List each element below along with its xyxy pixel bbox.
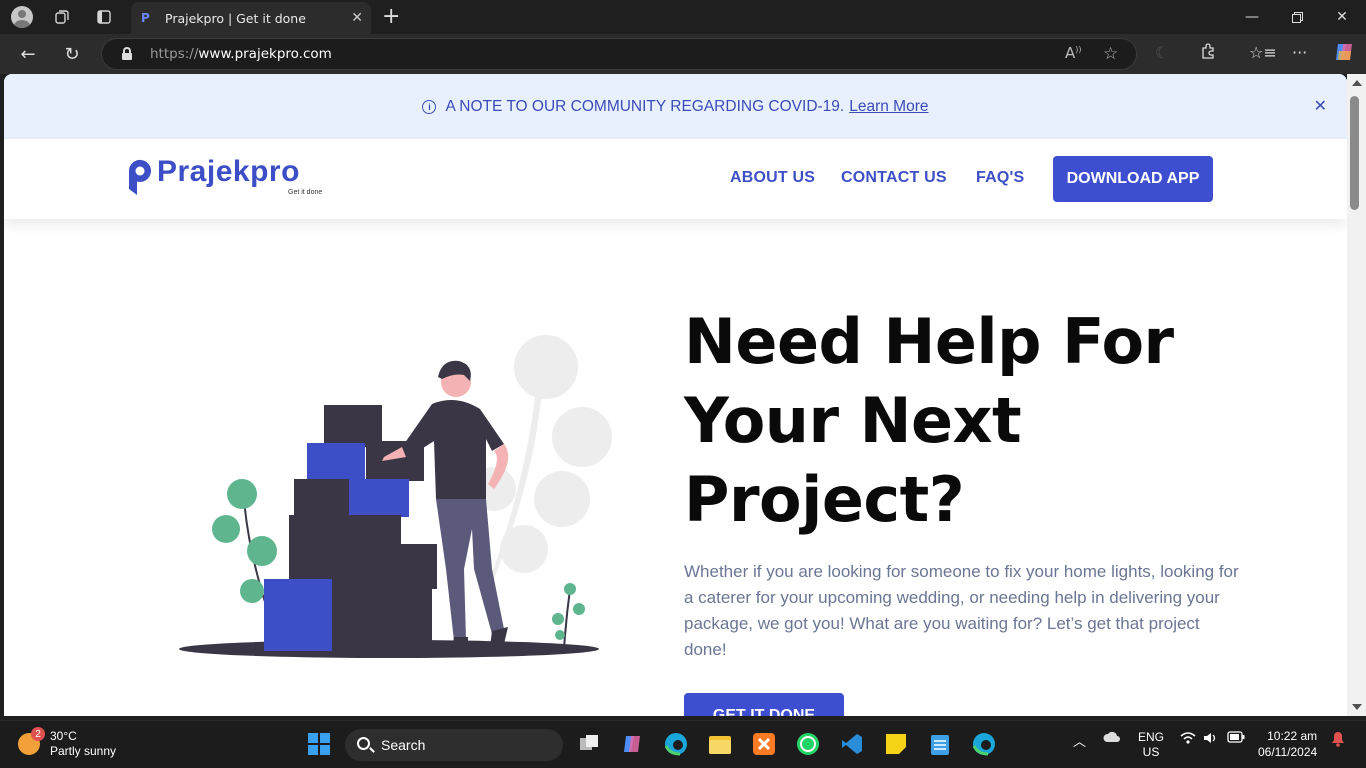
favorites-icon[interactable]: ☆≡ — [1249, 43, 1277, 62]
file-explorer-icon[interactable] — [707, 731, 733, 757]
nav-about-us[interactable]: ABOUT US — [730, 169, 815, 187]
hero-heading-line: Your Next — [684, 384, 1022, 457]
covid-notice-text: A NOTE TO OUR COMMUNITY REGARDING COVID-… — [445, 97, 845, 115]
background-plant — [472, 335, 612, 579]
moon-icon[interactable]: ☾ — [1155, 43, 1169, 62]
back-icon[interactable]: ← — [15, 42, 41, 66]
right-plant — [552, 583, 585, 650]
clock-time: 10:22 am — [1267, 729, 1318, 743]
windows-start-icon[interactable] — [306, 731, 332, 757]
scroll-down-icon[interactable] — [1352, 704, 1362, 710]
edge-browser-icon[interactable] — [663, 731, 689, 757]
onedrive-cloud-icon[interactable] — [1103, 731, 1121, 746]
hero-heading-line: Project? — [684, 463, 965, 536]
download-app-button[interactable]: DOWNLOAD APP — [1053, 156, 1213, 202]
browser-titlebar: P Prajekpro | Get it done ✕ + — ✕ — [0, 0, 1366, 34]
logo-text: Prajekpro — [157, 155, 300, 188]
logo-tagline: Get it done — [288, 189, 323, 196]
hero-illustration — [179, 335, 612, 658]
tab-title: Prajekpro | Get it done — [165, 10, 306, 26]
weather-widget[interactable]: 2 30°C Partly sunny — [18, 727, 117, 759]
hero-heading-line: Need Help For — [684, 305, 1174, 378]
close-window-icon[interactable]: ✕ — [1319, 0, 1365, 34]
clock-date: 06/11/2024 — [1258, 745, 1318, 759]
nav-faqs[interactable]: FAQ'S — [976, 169, 1024, 187]
show-hidden-icons-icon[interactable]: ︿ — [1073, 731, 1086, 750]
battery-icon[interactable] — [1227, 731, 1245, 746]
page-scrollbar[interactable] — [1347, 74, 1366, 716]
language-indicator[interactable]: ENG US — [1138, 730, 1164, 760]
copilot-taskbar-icon[interactable] — [619, 731, 645, 757]
tab-actions-icon[interactable] — [84, 0, 124, 34]
notification-badge: 2 — [31, 727, 45, 741]
search-label: Search — [381, 737, 426, 753]
browser-toolbar: ← ↻ https://www.prajekpro.com A)) ☆ ☾ ☆≡… — [0, 34, 1366, 74]
read-aloud-icon[interactable]: A)) — [1065, 44, 1082, 62]
covid-notice-banner: i A NOTE TO OUR COMMUNITY REGARDING COVI… — [4, 74, 1347, 139]
whatsapp-icon[interactable] — [795, 731, 821, 757]
windows-taskbar: 2 30°C Partly sunny Search ︿ ENG US 10:2… — [0, 720, 1366, 768]
taskbar-search[interactable]: Search — [345, 729, 563, 761]
close-banner-icon[interactable]: ✕ — [1314, 96, 1327, 116]
workspaces-icon[interactable] — [42, 0, 82, 34]
copilot-icon[interactable] — [1333, 41, 1355, 67]
refresh-icon[interactable]: ↻ — [59, 42, 85, 66]
extensions-icon[interactable] — [1200, 43, 1217, 64]
notification-bell-icon[interactable] — [1331, 731, 1345, 750]
vscode-icon[interactable] — [839, 731, 865, 757]
region-code: US — [1142, 745, 1160, 759]
active-tab[interactable]: P Prajekpro | Get it done ✕ — [131, 2, 371, 34]
hero-heading: Need Help For Your Next Project? — [684, 302, 1244, 539]
learn-more-link[interactable]: Learn More — [849, 98, 928, 116]
search-icon — [357, 737, 370, 750]
favorite-star-icon[interactable]: ☆ — [1103, 44, 1118, 64]
close-tab-icon[interactable]: ✕ — [351, 10, 363, 26]
sticky-notes-icon[interactable] — [883, 731, 909, 757]
language-code: ENG — [1138, 730, 1165, 744]
notepad-icon[interactable] — [927, 731, 953, 757]
partly-sunny-icon: 2 — [18, 727, 45, 755]
volume-icon[interactable] — [1203, 731, 1219, 748]
get-it-done-button[interactable]: GET IT DONE — [684, 693, 844, 716]
address-bar[interactable]: https://www.prajekpro.com A)) ☆ — [101, 38, 1137, 70]
scrollbar-thumb[interactable] — [1350, 96, 1359, 210]
lock-icon[interactable] — [122, 47, 132, 60]
edge-profile-icon[interactable] — [971, 731, 997, 757]
scroll-up-icon[interactable] — [1352, 80, 1362, 86]
system-clock[interactable]: 10:22 am 06/11/2024 — [1258, 728, 1317, 760]
wifi-icon[interactable] — [1180, 731, 1196, 748]
info-icon: i — [422, 99, 437, 114]
hero-description: Whether if you are looking for someone t… — [684, 562, 1239, 659]
page-viewport: i A NOTE TO OUR COMMUNITY REGARDING COVI… — [4, 74, 1347, 716]
more-menu-icon[interactable]: ··· — [1292, 43, 1307, 62]
prajekpro-favicon-icon: P — [141, 11, 150, 25]
logo-mark-icon — [127, 155, 153, 197]
prajekpro-logo[interactable]: Prajekpro Get it done — [127, 155, 322, 197]
xampp-icon[interactable] — [751, 731, 777, 757]
new-tab-icon[interactable]: + — [382, 4, 400, 29]
url-text[interactable]: https://www.prajekpro.com — [150, 46, 332, 62]
weather-temp: 30°C — [50, 729, 77, 743]
profile-avatar[interactable] — [11, 6, 33, 28]
nav-contact-us[interactable]: CONTACT US — [841, 169, 947, 187]
minimize-icon[interactable]: — — [1229, 0, 1275, 34]
weather-desc: Partly sunny — [50, 744, 117, 758]
task-view-icon[interactable] — [576, 731, 602, 757]
site-header: Prajekpro Get it done ABOUT US CONTACT U… — [4, 139, 1347, 219]
restore-icon[interactable] — [1274, 0, 1320, 34]
